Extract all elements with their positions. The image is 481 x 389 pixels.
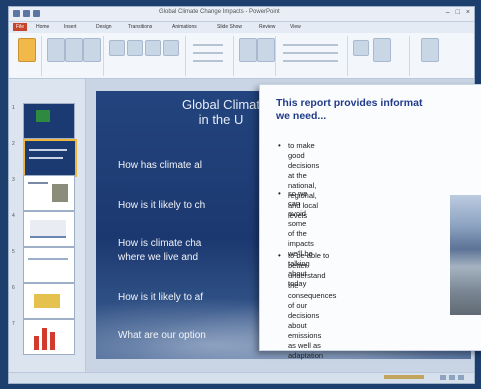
close-icon[interactable]: ×: [466, 9, 470, 16]
overlay-bullet-line: as well as adaptation: [288, 341, 324, 360]
overlay-bullet-line: understand the: [288, 271, 326, 290]
select-icon[interactable]: [421, 38, 439, 62]
slide-thumbnail-selected[interactable]: [23, 139, 77, 177]
shapes-icon[interactable]: [239, 38, 257, 62]
font-icon[interactable]: [109, 40, 125, 56]
overlay-title-line: This report provides informat: [276, 97, 423, 109]
italic-icon[interactable]: [145, 40, 161, 56]
slide-thumbnail[interactable]: [23, 175, 75, 211]
sorter-view-icon[interactable]: [449, 375, 455, 380]
thumb-number: 6: [12, 285, 15, 291]
slide-bullet: How is it likely to ch: [118, 200, 206, 211]
tab-file[interactable]: File: [13, 23, 28, 31]
underline-icon[interactable]: [163, 40, 179, 56]
maximize-icon[interactable]: □: [456, 9, 460, 16]
view-buttons: [440, 375, 464, 380]
bullet-icon: •: [278, 141, 281, 150]
tab-design[interactable]: Design: [93, 23, 115, 31]
save-icon[interactable]: [13, 10, 20, 17]
find-icon[interactable]: [353, 40, 369, 56]
slide-bullet: How is climate cha: [118, 238, 202, 249]
tab-animations[interactable]: Animations: [169, 23, 200, 31]
slide-bullet: How is it likely to af: [118, 292, 204, 303]
section-icon[interactable]: [83, 38, 101, 62]
thumb-graphic: [36, 110, 50, 122]
undo-icon[interactable]: [23, 10, 30, 17]
arrange-icon[interactable]: [257, 38, 275, 62]
editing-group: [349, 36, 410, 76]
replace-icon[interactable]: [373, 38, 391, 62]
tab-transitions[interactable]: Transitions: [125, 23, 155, 31]
info-slide-overlay: This report provides informat we need...…: [259, 84, 481, 360]
quick-access-toolbar: [13, 10, 40, 17]
extra-group: [411, 36, 471, 76]
slide-thumbnail[interactable]: [23, 319, 75, 355]
landscape-photo: [450, 195, 481, 315]
paste-icon[interactable]: [18, 38, 36, 62]
slide-bullet: What are our option: [118, 330, 206, 341]
thumb-number: 5: [12, 249, 15, 255]
thumb-number: 2: [12, 141, 15, 147]
slide-thumbnail[interactable]: [23, 247, 75, 283]
thumb-number: 4: [12, 213, 15, 219]
tab-home[interactable]: Home: [33, 23, 52, 31]
bullet-icon: •: [278, 251, 281, 260]
overlay-title: This report provides informat we need...: [276, 97, 481, 123]
slide-thumbnail[interactable]: [23, 103, 75, 139]
reading-view-icon[interactable]: [458, 375, 464, 380]
overlay-title-line: we need...: [276, 110, 327, 122]
overlay-bullet-line: consequences of our: [288, 291, 337, 310]
bold-icon[interactable]: [127, 40, 143, 56]
new-slide-icon[interactable]: [47, 38, 65, 62]
normal-view-icon[interactable]: [440, 375, 446, 380]
overlay-bullet-line: decisions about emissions: [288, 311, 322, 340]
slide-thumbnail[interactable]: [23, 283, 75, 319]
tab-view[interactable]: View: [287, 23, 304, 31]
zoom-slider[interactable]: [384, 375, 424, 379]
slide-thumbnail-pane: 1 2 3 4 5 6 7: [9, 79, 86, 375]
slide-bullet: where we live and: [118, 252, 199, 263]
bullet-icon: •: [278, 189, 281, 198]
minimize-icon[interactable]: –: [446, 9, 450, 16]
shape-style-group: [277, 36, 348, 76]
ribbon-tabs: File Home Insert Design Transitions Anim…: [9, 22, 474, 33]
overlay-bullet-line: to make good decisions at the: [288, 141, 320, 180]
layout-icon[interactable]: [65, 38, 83, 62]
thumb-number: 1: [12, 105, 15, 111]
window-controls: – □ ×: [446, 9, 470, 16]
slide-bullet: How has climate al: [118, 160, 202, 171]
status-bar: [9, 372, 474, 383]
tab-insert[interactable]: Insert: [61, 23, 80, 31]
slides-group: [43, 36, 104, 76]
window-title: Global Climate Change Impacts - PowerPoi…: [159, 9, 280, 15]
thumb-number: 3: [12, 177, 15, 183]
ribbon: [9, 33, 474, 79]
tab-review[interactable]: Review: [256, 23, 278, 31]
overlay-bullet-line: to be able to better: [288, 251, 330, 270]
clipboard-group: [11, 36, 42, 76]
tab-slide-show[interactable]: Slide Show: [214, 23, 245, 31]
thumb-number: 7: [12, 321, 15, 327]
redo-icon[interactable]: [33, 10, 40, 17]
paragraph-group: [187, 36, 234, 76]
font-group: [105, 36, 186, 76]
drawing-group: [235, 36, 276, 76]
title-bar: Global Climate Change Impacts - PowerPoi…: [9, 7, 474, 22]
slide-thumbnail[interactable]: [23, 211, 75, 247]
overlay-bullet-line: so we can avoid some of the: [288, 189, 308, 238]
